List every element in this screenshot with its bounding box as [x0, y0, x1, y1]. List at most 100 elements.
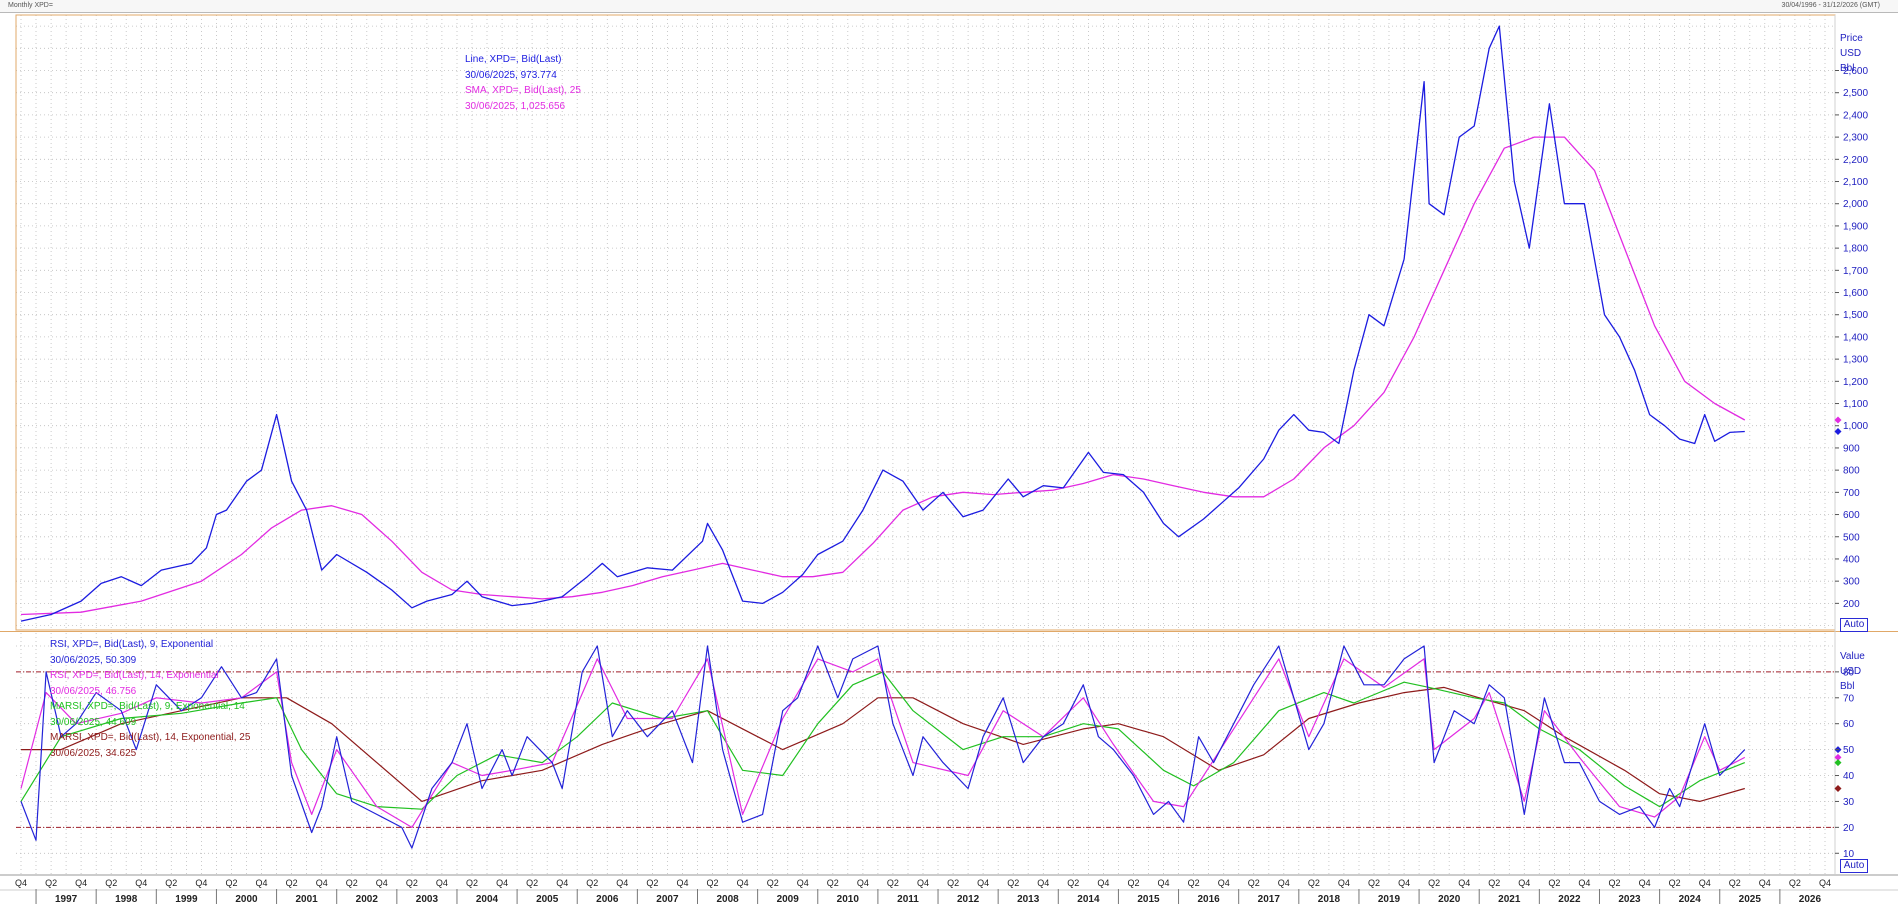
year-label: 2014 [1077, 894, 1100, 905]
quarter-label: Q4 [15, 878, 27, 888]
legend-marsi14-label: MARSI, XPD=, Bid(Last), 14, Exponential,… [50, 732, 251, 743]
quarter-label: Q4 [135, 878, 147, 888]
legend-marsi9-value: 30/06/2025, 44.609 [50, 716, 137, 728]
year-label: 2020 [1438, 894, 1461, 905]
year-label: 2008 [716, 894, 739, 905]
price-tick-label: 1,100 [1843, 399, 1868, 410]
quarter-label: Q4 [1819, 878, 1831, 888]
quarter-label: Q4 [195, 878, 207, 888]
quarter-label: Q4 [1218, 878, 1230, 888]
price-tick-label: 2,500 [1843, 88, 1868, 99]
quarter-label: Q2 [346, 878, 358, 888]
marsi14-last-marker [1834, 784, 1842, 792]
price-legend: Line, XPD=, Bid(Last) 30/06/2025, 973.77… [465, 52, 581, 114]
quarter-label: Q4 [556, 878, 568, 888]
price-last-marker [1834, 428, 1842, 436]
rsi-9-line [20, 645, 1746, 849]
year-label: 2018 [1318, 894, 1341, 905]
quarter-label: Q4 [676, 878, 688, 888]
price-tick-label: 1,800 [1843, 244, 1868, 255]
quarter-label: Q2 [586, 878, 598, 888]
quarter-label: Q2 [1488, 878, 1500, 888]
quarter-label: Q2 [947, 878, 959, 888]
quarter-label: Q4 [1398, 878, 1410, 888]
year-label: 2013 [1017, 894, 1040, 905]
year-label: 2021 [1498, 894, 1521, 905]
rsi-axis-header-3: Bbl [1840, 681, 1855, 692]
legend-rsi14-value: 30/06/2025, 46.756 [50, 685, 137, 697]
sma-last-marker [1834, 416, 1842, 424]
quarter-label: Q2 [225, 878, 237, 888]
rsi-auto-scale-button[interactable]: Auto [1840, 859, 1868, 873]
quarter-label: Q2 [286, 878, 298, 888]
quarter-label: Q2 [1067, 878, 1079, 888]
quarter-label: Q2 [526, 878, 538, 888]
price-tick-label: 2,200 [1843, 155, 1868, 166]
quarter-label: Q4 [316, 878, 328, 888]
price-tick-label: 400 [1843, 554, 1860, 565]
price-tick-label: 600 [1843, 510, 1860, 521]
price-axis-header-3: Bbl [1840, 63, 1855, 74]
legend-marsi9-label: MARSI, XPD=, Bid(Last), 9, Exponential, … [50, 701, 245, 712]
quarter-label: Q4 [1699, 878, 1711, 888]
year-label: 2009 [777, 894, 800, 905]
year-label: 2006 [596, 894, 619, 905]
quarter-label: Q4 [496, 878, 508, 888]
price-axis-header: Price USD Bbl [1840, 31, 1863, 76]
year-label: 2005 [536, 894, 559, 905]
quarter-label: Q4 [1639, 878, 1651, 888]
year-label: 2025 [1739, 894, 1762, 905]
quarter-label: Q2 [45, 878, 57, 888]
quarter-label: Q4 [1037, 878, 1049, 888]
chart-window: { "window": { "title": "Monthly XPD=", "… [0, 0, 1898, 909]
quarter-label: Q4 [1458, 878, 1470, 888]
price-tick-label: 500 [1843, 532, 1860, 543]
price-tick-label: 900 [1843, 443, 1860, 454]
price-tick-label: 2,000 [1843, 199, 1868, 210]
quarter-label: Q2 [1729, 878, 1741, 888]
rsi-tick-label: 20 [1843, 823, 1855, 834]
year-label: 2011 [897, 894, 919, 905]
quarter-label: Q2 [1428, 878, 1440, 888]
price-axis-header-2: USD [1840, 48, 1862, 59]
price-tick-label: 1,300 [1843, 355, 1868, 366]
year-label: 2003 [416, 894, 439, 905]
quarter-label: Q4 [1097, 878, 1109, 888]
year-label: 2022 [1558, 894, 1581, 905]
year-label: 1997 [55, 894, 78, 905]
year-label: 2026 [1799, 894, 1822, 905]
year-label: 2000 [235, 894, 258, 905]
year-label: 1999 [175, 894, 198, 905]
year-label: 2019 [1378, 894, 1401, 905]
price-tick-label: 2,400 [1843, 110, 1868, 121]
year-label: 2004 [476, 894, 499, 905]
rsi-tick-label: 50 [1843, 745, 1855, 756]
quarter-label: Q2 [466, 878, 478, 888]
quarter-label: Q4 [616, 878, 628, 888]
year-label: 2023 [1618, 894, 1641, 905]
legend-rsi14-label: RSI, XPD=, Bid(Last), 14, Exponential [50, 670, 219, 681]
quarter-label: Q4 [737, 878, 749, 888]
quarter-label: Q2 [105, 878, 117, 888]
quarter-label: Q4 [1278, 878, 1290, 888]
series-layer [16, 25, 1835, 849]
legend-price-value: 30/06/2025, 973.774 [465, 69, 557, 81]
year-label: 2007 [656, 894, 679, 905]
legend-rsi9-value: 30/06/2025, 50.309 [50, 654, 137, 666]
legend-sma-label: SMA, XPD=, Bid(Last), 25 [465, 85, 581, 96]
chart-canvas[interactable]: 200 300 400 500 600 700 800 900 1,000 1,100 1,200 1… [0, 0, 1898, 909]
quarter-label: Q2 [1669, 878, 1681, 888]
quarter-label: Q4 [797, 878, 809, 888]
rsi-tick-label: 70 [1843, 693, 1855, 704]
price-panel-frame [15, 14, 1836, 631]
quarter-label: Q4 [1338, 878, 1350, 888]
quarter-label: Q2 [1608, 878, 1620, 888]
rsi-tick-label: 30 [1843, 797, 1855, 808]
quarter-label: Q4 [977, 878, 989, 888]
quarter-label: Q2 [1789, 878, 1801, 888]
price-tick-label: 300 [1843, 577, 1860, 588]
year-label: 2024 [1679, 894, 1702, 905]
year-label: 2017 [1258, 894, 1281, 905]
price-auto-scale-button[interactable]: Auto [1840, 618, 1868, 632]
price-tick-label: 2,300 [1843, 133, 1868, 144]
